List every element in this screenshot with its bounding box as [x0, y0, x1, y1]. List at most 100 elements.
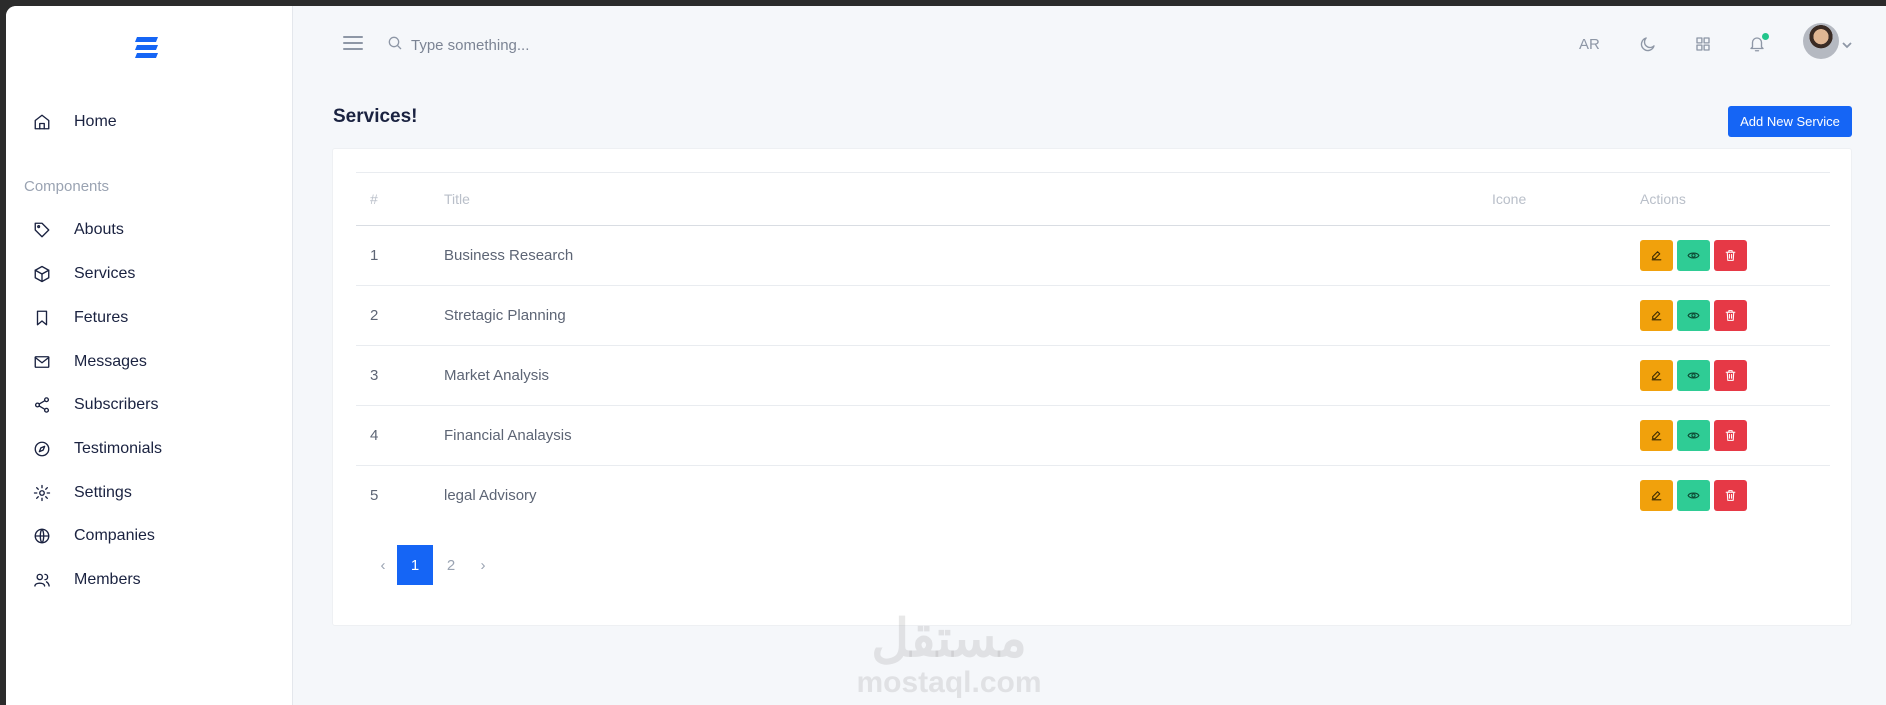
users-icon [32, 570, 52, 590]
hamburger-menu-icon[interactable] [343, 36, 363, 52]
view-button[interactable] [1677, 360, 1710, 391]
pagination-prev[interactable]: ‹ [369, 545, 397, 585]
row-icon-cell [1478, 225, 1626, 286]
notification-dot [1762, 33, 1769, 40]
sidebar-item-subscribers[interactable]: Subscribers [32, 390, 158, 420]
row-icon-cell [1478, 405, 1626, 466]
delete-button[interactable] [1714, 480, 1747, 512]
bookmark-icon [32, 308, 52, 328]
topbar: AR [293, 6, 1886, 86]
table-row: 5 legal Advisory [356, 466, 1830, 526]
row-title: legal Advisory [444, 487, 537, 505]
sidebar-section-label: Components [24, 178, 110, 195]
language-toggle[interactable]: AR [1579, 36, 1600, 53]
services-card: # Title Icone Actions 1 Business Researc… [332, 148, 1852, 626]
row-number: 4 [356, 405, 430, 466]
view-button[interactable] [1677, 420, 1710, 451]
eye-icon [1687, 372, 1700, 379]
home-icon [32, 112, 52, 132]
sidebar-item-fetures[interactable]: Fetures [32, 303, 128, 333]
pagination-page-2[interactable]: 2 [433, 545, 469, 585]
sidebar-item-label: Fetures [74, 309, 129, 326]
row-actions [1626, 285, 1830, 346]
pagination: ‹ 1 2 › [369, 545, 497, 585]
trash-icon [1725, 490, 1736, 502]
view-button[interactable] [1677, 300, 1710, 331]
edit-button[interactable] [1640, 240, 1673, 271]
edit-button[interactable] [1640, 360, 1673, 391]
share-icon [32, 395, 52, 415]
edit-icon [1651, 431, 1662, 441]
pagination-next[interactable]: › [469, 545, 497, 585]
box-icon [32, 264, 52, 284]
chevron-down-icon[interactable] [1842, 36, 1854, 49]
edit-icon [1651, 311, 1662, 321]
row-title: Business Research [430, 225, 1478, 286]
column-header-actions: Actions [1626, 172, 1830, 226]
search-input[interactable] [411, 30, 711, 60]
apps-grid-icon[interactable] [1691, 32, 1715, 56]
moon-icon[interactable] [1636, 32, 1660, 56]
row-actions [1626, 405, 1830, 466]
services-table: # Title Icone Actions 1 Business Researc… [356, 172, 1830, 526]
row-actions [1626, 345, 1830, 406]
eye-icon [1687, 492, 1700, 499]
sidebar-item-label: Companies [74, 527, 155, 544]
view-button[interactable] [1677, 240, 1710, 271]
sidebar-item-members[interactable]: Members [32, 565, 141, 595]
row-title: Stretagic Planning [430, 285, 1478, 346]
row-number: 3 [356, 345, 430, 406]
mail-icon [32, 352, 52, 372]
edit-button[interactable] [1640, 480, 1673, 512]
row-title: Market Analysis [430, 345, 1478, 406]
sidebar-item-label: Members [74, 571, 141, 588]
avatar[interactable] [1803, 23, 1839, 59]
sidebar-item-label: Messages [74, 353, 147, 370]
edit-button[interactable] [1640, 420, 1673, 451]
delete-button[interactable] [1714, 300, 1747, 331]
sidebar-item-settings[interactable]: Settings [32, 478, 132, 508]
sidebar-item-label: Services [74, 265, 136, 282]
edit-button[interactable] [1640, 300, 1673, 331]
globe-icon [32, 526, 52, 546]
sidebar: Home Components Abouts Services Fetures [6, 6, 293, 705]
delete-button[interactable] [1714, 240, 1747, 271]
sidebar-item-services[interactable]: Services [32, 259, 135, 289]
watermark-arabic: مستقل [871, 610, 1027, 668]
view-button[interactable] [1677, 480, 1710, 512]
tag-icon [32, 220, 52, 240]
eye-icon [1687, 312, 1700, 319]
sidebar-item-testimonials[interactable]: Testimonials [32, 434, 162, 464]
trash-icon [1725, 370, 1736, 381]
delete-button[interactable] [1714, 420, 1747, 451]
sidebar-item-label: Settings [74, 484, 132, 501]
column-header-number: # [356, 172, 430, 226]
sidebar-item-abouts[interactable]: Abouts [32, 215, 124, 245]
row-number: 2 [356, 285, 430, 346]
edit-icon [1651, 371, 1662, 381]
table-header-row: # Title Icone Actions [356, 172, 1830, 226]
trash-icon [1725, 310, 1736, 321]
eye-icon [1687, 252, 1700, 259]
table-row: 2 Stretagic Planning [356, 285, 1830, 346]
row-actions [1626, 225, 1830, 286]
app-frame: Home Components Abouts Services Fetures [6, 6, 1886, 705]
sidebar-item-label: Abouts [74, 221, 124, 238]
sidebar-item-home[interactable]: Home [32, 107, 117, 137]
bell-icon[interactable] [1745, 32, 1769, 56]
trash-icon [1725, 430, 1736, 441]
row-icon-cell [1478, 345, 1626, 406]
sidebar-item-label: Subscribers [74, 396, 159, 413]
row-number: 5 [370, 487, 379, 505]
sidebar-item-label: Home [74, 113, 117, 130]
sidebar-item-companies[interactable]: Companies [32, 521, 155, 551]
delete-button[interactable] [1714, 360, 1747, 391]
add-new-service-button[interactable]: Add New Service [1728, 106, 1852, 137]
pagination-page-1[interactable]: 1 [397, 545, 433, 585]
table-row: 3 Market Analysis [356, 345, 1830, 406]
sidebar-item-messages[interactable]: Messages [32, 347, 147, 377]
row-title: Financial Analaysis [430, 405, 1478, 466]
sidebar-item-label: Testimonials [74, 440, 163, 457]
page-title: Services! [333, 106, 418, 127]
brand-logo[interactable] [134, 34, 160, 62]
